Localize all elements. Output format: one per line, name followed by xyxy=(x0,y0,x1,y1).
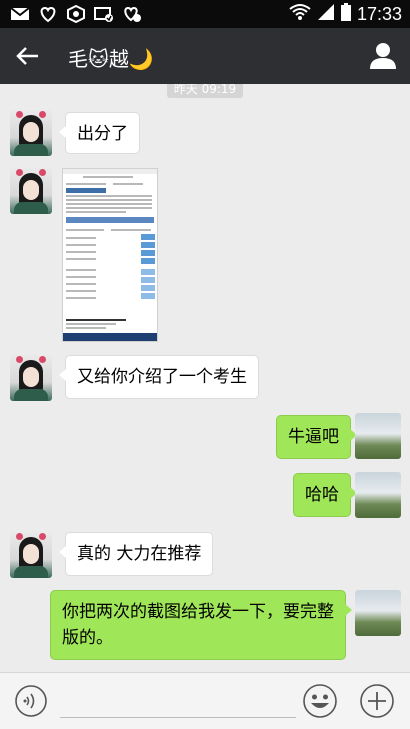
contact-avatar[interactable] xyxy=(10,110,52,156)
message-timestamp: 昨天 09:19 xyxy=(167,84,243,98)
my-avatar[interactable] xyxy=(355,472,401,518)
contact-avatar[interactable] xyxy=(10,532,52,578)
contact-avatar[interactable] xyxy=(10,355,52,401)
status-time: 17:33 xyxy=(356,3,402,24)
battery-icon xyxy=(340,3,351,25)
image-message-thumbnail[interactable] xyxy=(62,168,158,342)
chat-header: 毛🐱越🌙 xyxy=(0,28,410,84)
notification-check-icon xyxy=(122,5,142,23)
message-bubble-sent[interactable]: 牛逼吧 xyxy=(276,415,357,459)
contact-avatar[interactable] xyxy=(10,168,52,214)
wifi-icon xyxy=(289,3,311,25)
message-bubble-received[interactable]: 出分了 xyxy=(59,112,140,154)
message-bubble-sent[interactable]: 哈哈 xyxy=(293,473,357,517)
back-arrow-icon[interactable] xyxy=(12,40,44,72)
person-icon[interactable] xyxy=(368,41,398,71)
my-avatar[interactable] xyxy=(355,413,401,459)
message-bubble-received[interactable]: 真的 大力在推荐 xyxy=(58,532,214,576)
emoji-icon[interactable] xyxy=(302,683,338,719)
signal-icon xyxy=(317,3,335,25)
message-bubble-sent[interactable]: 你把两次的截图给我发一下，要完整版的。 xyxy=(50,590,352,660)
voice-icon[interactable] xyxy=(14,684,48,718)
input-bar xyxy=(0,672,410,729)
notification-heart-icon xyxy=(38,5,58,23)
message-input[interactable] xyxy=(60,717,296,718)
plus-icon[interactable] xyxy=(359,683,395,719)
chat-title: 毛🐱越🌙 xyxy=(68,47,154,71)
message-bubble-received[interactable]: 又给你介绍了一个考生 xyxy=(59,355,259,399)
settings-hex-icon xyxy=(66,4,86,24)
mail-icon xyxy=(10,5,30,23)
status-bar: 17:33 xyxy=(0,0,410,28)
my-avatar[interactable] xyxy=(355,590,401,636)
mail-check-icon xyxy=(94,5,114,23)
